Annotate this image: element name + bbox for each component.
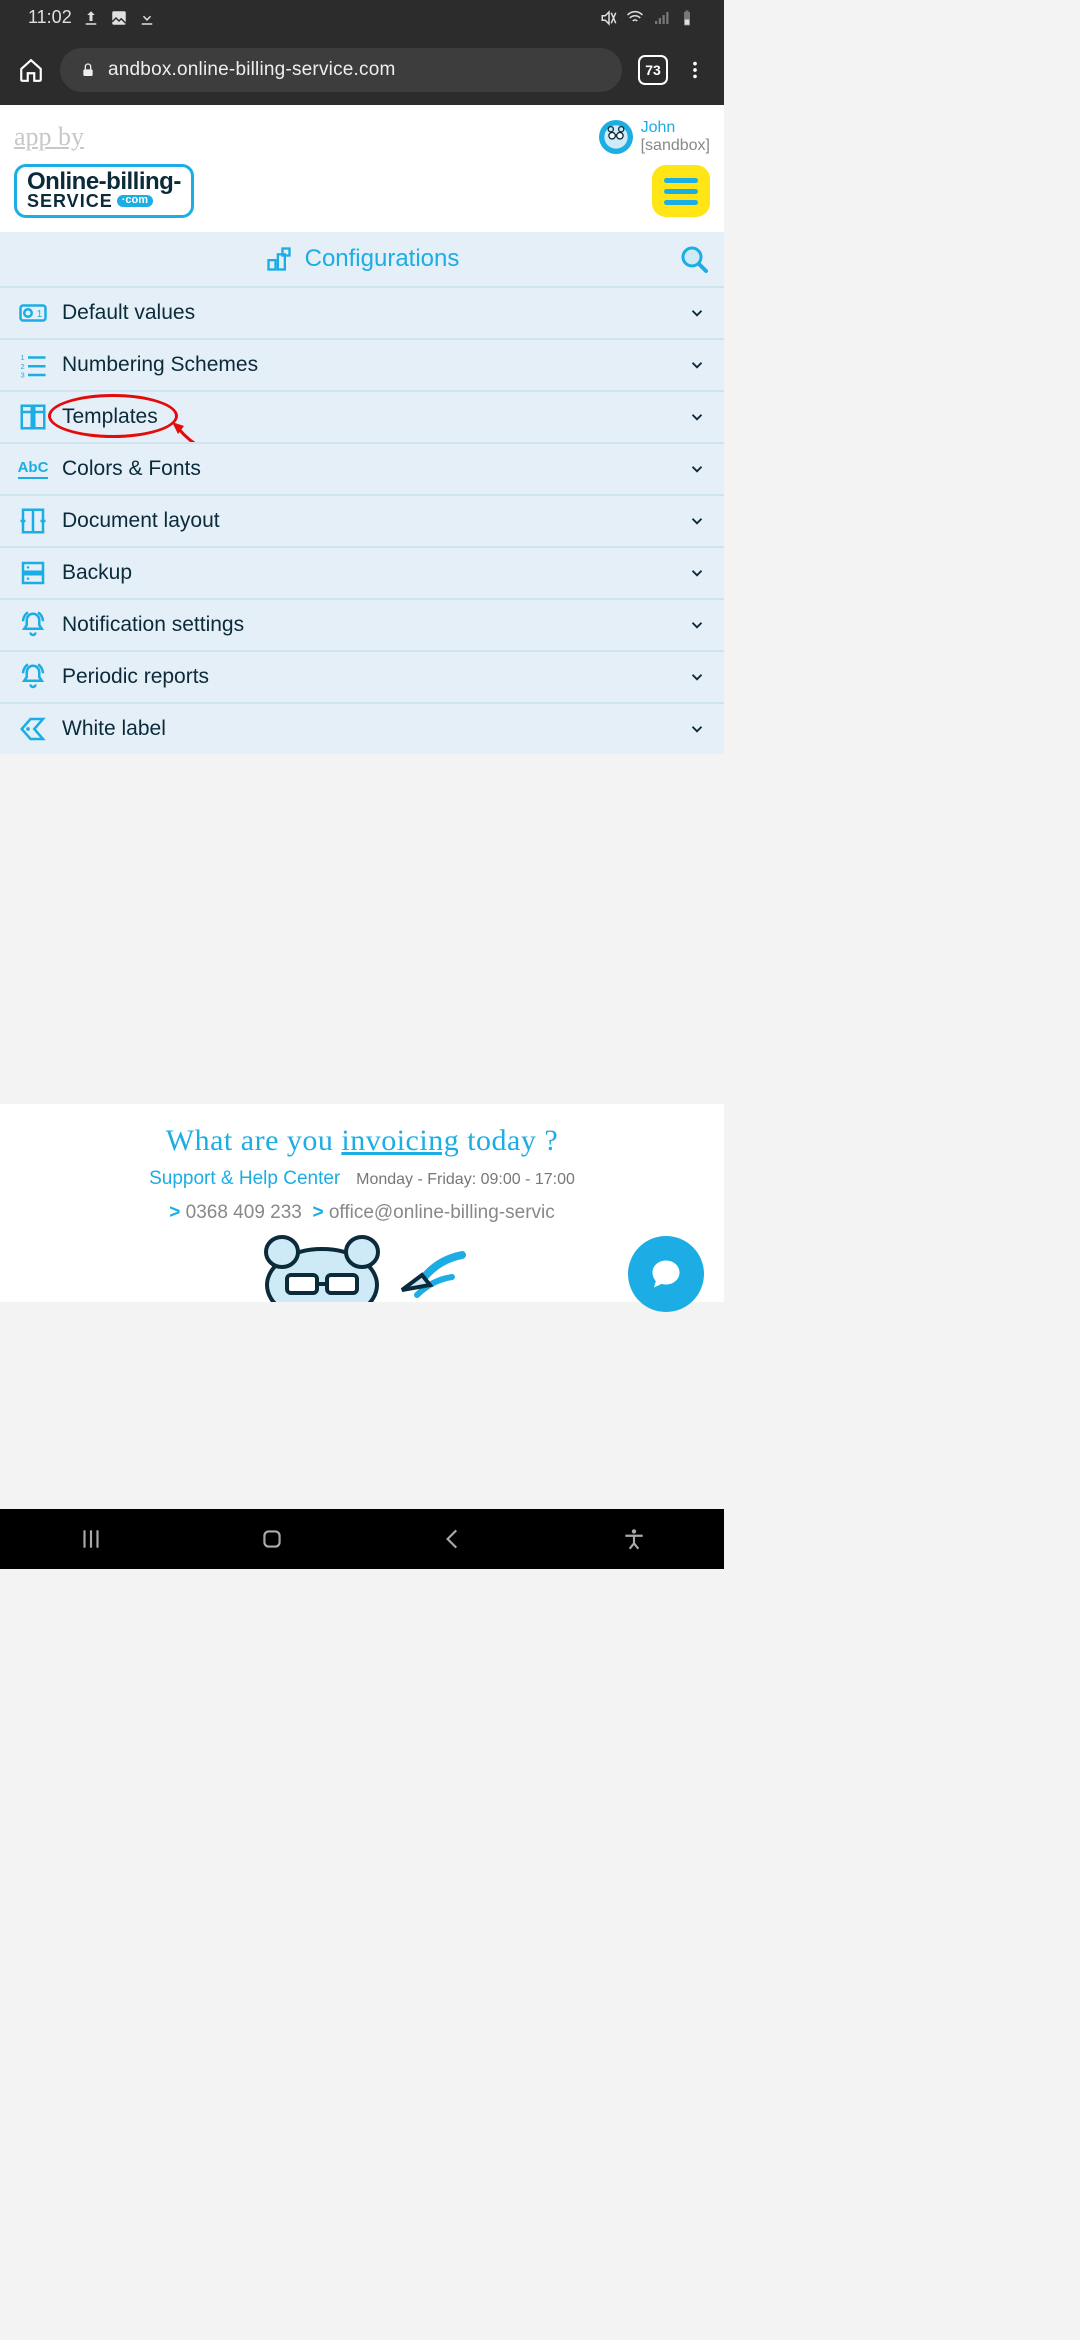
config-item-document-layout[interactable]: Document layout — [0, 494, 724, 546]
svg-text:1: 1 — [37, 309, 43, 320]
footer: What are you invoicing today ? Support &… — [0, 1104, 724, 1302]
chevron-down-icon — [688, 668, 706, 686]
templates-icon — [18, 402, 48, 432]
user-env: [sandbox] — [641, 137, 710, 155]
config-item-colors-fonts[interactable]: AbC Colors & Fonts — [0, 442, 724, 494]
chevron-down-icon — [688, 616, 706, 634]
logo[interactable]: Online-billing- SERVICE ·com — [14, 164, 194, 218]
avatar — [599, 120, 633, 154]
svg-text:1: 1 — [21, 353, 25, 362]
chevron-down-icon — [688, 720, 706, 738]
menu-icon[interactable] — [684, 59, 706, 81]
config-item-templates[interactable]: Templates — [0, 390, 724, 442]
backup-icon — [18, 558, 48, 588]
default-values-icon: 1 — [18, 298, 48, 328]
wifi-icon — [626, 9, 644, 27]
download-icon — [138, 9, 156, 27]
signal-icon — [652, 9, 670, 27]
colors-fonts-icon: AbC — [18, 454, 48, 484]
config-icon — [265, 245, 293, 273]
hamburger-menu[interactable] — [652, 165, 710, 217]
bell-icon — [18, 610, 48, 640]
android-nav-bar — [0, 1509, 724, 1569]
home-nav-icon[interactable] — [259, 1526, 285, 1552]
config-item-periodic-reports[interactable]: Periodic reports — [0, 650, 724, 702]
support-line: Support & Help Center Monday - Friday: 0… — [16, 1168, 708, 1190]
phone[interactable]: 0368 409 233 — [186, 1202, 302, 1223]
chat-fab[interactable] — [628, 1236, 704, 1312]
tag-icon — [18, 714, 48, 744]
svg-text:3: 3 — [21, 370, 25, 379]
chevron-down-icon — [688, 460, 706, 478]
android-status-bar: 11:02 — [0, 0, 724, 35]
config-item-notification-settings[interactable]: Notification settings — [0, 598, 724, 650]
chevron-down-icon — [688, 356, 706, 374]
config-item-white-label[interactable]: White label — [0, 702, 724, 754]
chevron-down-icon — [688, 304, 706, 322]
home-icon[interactable] — [18, 57, 44, 83]
mascot-bear — [16, 1230, 708, 1302]
lock-icon — [80, 62, 96, 78]
svg-text:2: 2 — [21, 362, 25, 371]
email[interactable]: office@online-billing-servic — [329, 1202, 555, 1223]
chevron-down-icon — [688, 408, 706, 426]
image-icon — [110, 9, 128, 27]
support-link[interactable]: Support & Help Center — [149, 1168, 340, 1189]
upload-icon — [82, 9, 100, 27]
browser-toolbar: andbox.online-billing-service.com 73 — [0, 35, 724, 105]
back-icon[interactable] — [440, 1526, 466, 1552]
accessibility-icon[interactable] — [621, 1526, 647, 1552]
url-text: andbox.online-billing-service.com — [108, 59, 396, 81]
chevron-down-icon — [688, 512, 706, 530]
battery-icon — [678, 9, 696, 27]
app-header: app by John [sandbox] Online-billing- SE… — [0, 105, 724, 232]
layout-icon — [18, 506, 48, 536]
app-by-label: app by — [14, 122, 84, 152]
clock: 11:02 — [28, 7, 72, 28]
user-name: John — [641, 119, 710, 137]
configurations-panel: Configurations 1 Default values 123 Numb… — [0, 232, 724, 754]
panel-title: Configurations — [305, 245, 460, 273]
config-item-default-values[interactable]: 1 Default values — [0, 286, 724, 338]
chevron-down-icon — [688, 564, 706, 582]
config-item-numbering-schemes[interactable]: 123 Numbering Schemes — [0, 338, 724, 390]
config-item-backup[interactable]: Backup — [0, 546, 724, 598]
url-bar[interactable]: andbox.online-billing-service.com — [60, 48, 622, 92]
search-button[interactable] — [678, 243, 710, 275]
content-gap — [0, 754, 724, 1104]
panel-header: Configurations — [0, 232, 724, 286]
tagline: What are you invoicing today ? — [16, 1124, 708, 1158]
mute-icon — [600, 9, 618, 27]
user-block[interactable]: John [sandbox] — [599, 119, 710, 154]
tab-count[interactable]: 73 — [638, 55, 668, 85]
recent-apps-icon[interactable] — [78, 1526, 104, 1552]
bell-icon — [18, 662, 48, 692]
contact-line: > 0368 409 233 > office@online-billing-s… — [16, 1202, 708, 1224]
numbering-icon: 123 — [18, 350, 48, 380]
